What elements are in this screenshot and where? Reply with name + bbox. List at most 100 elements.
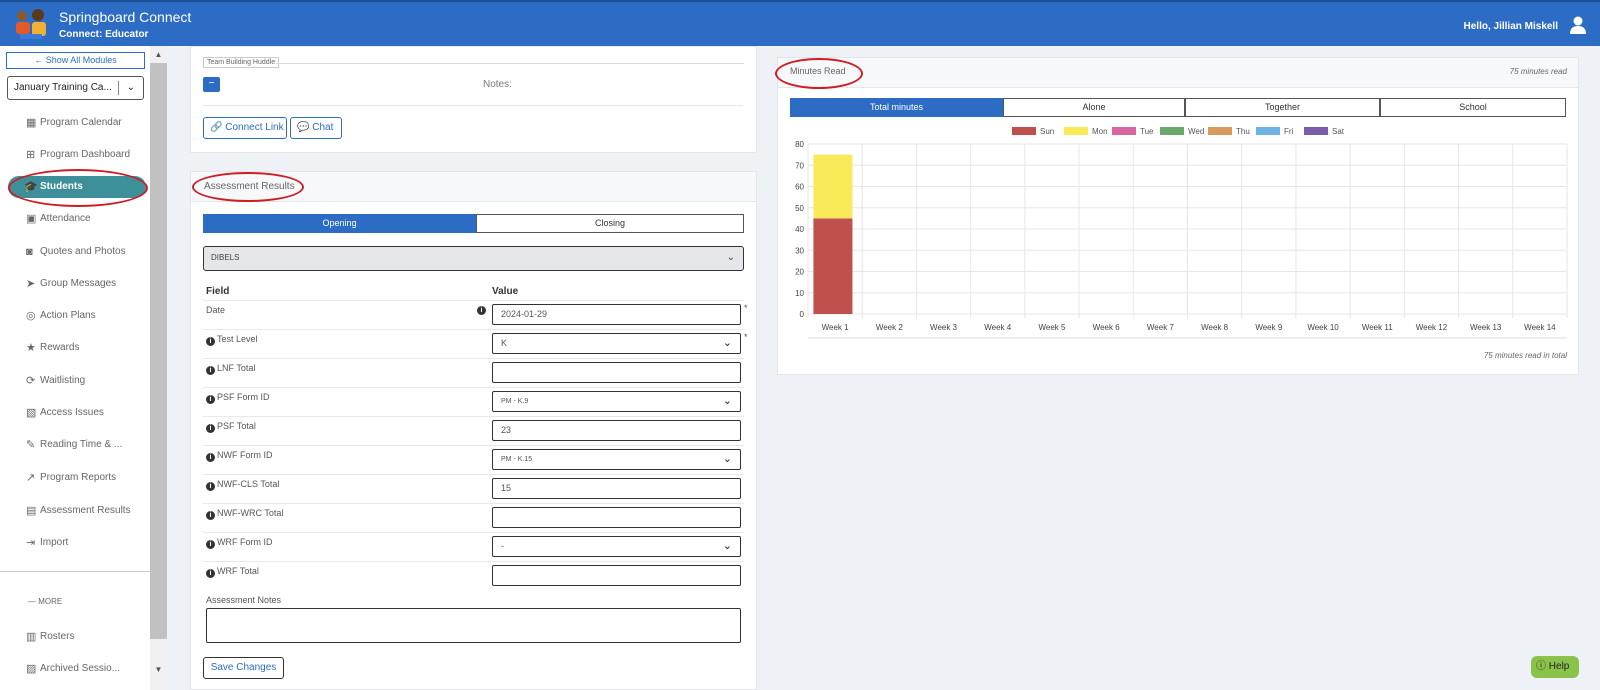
user-icon[interactable] [1570,16,1586,34]
help-button[interactable]: ⓘ Help [1531,656,1579,678]
test-level-select[interactable]: K ⌄ [492,333,741,354]
x-tick-label: Week 12 [1416,323,1448,332]
field-label: i NWF-WRC Total [206,508,283,520]
legend-label: Wed [1188,127,1204,136]
minutes-summary: 75 minutes read [1509,67,1567,76]
question-icon: ⓘ [1536,661,1546,672]
brand-name: Springboard Connect [59,9,192,25]
sidebar-scroll-thumb[interactable] [150,63,167,639]
edit-icon: ✎ [26,439,36,451]
field-label: Date [206,305,226,315]
user-greeting[interactable]: Hello, Jillian Miskell [1464,21,1558,32]
sidebar-item-group-messages[interactable]: ➤ Group Messages [0,273,150,295]
nwf-wrc-total-input[interactable] [492,507,741,528]
x-tick-label: Week 8 [1201,323,1229,332]
springboard-logo[interactable] [10,6,54,42]
legend-swatch [1208,127,1232,135]
chat-icon: 💬 [297,122,310,133]
sidebar-item-label: Students [40,181,83,192]
sidebar-item-label: Group Messages [40,278,117,289]
sidebar-item-rosters[interactable]: ▥ Rosters [0,626,150,648]
field-label: i LNF Total [206,363,255,375]
program-select-value: January Training Ca... [14,82,112,93]
sidebar-item-label: Rosters [40,631,75,642]
info-icon: i [206,511,215,520]
sidebar-item-action-plans[interactable]: ◎ Action Plans [0,305,150,327]
sidebar-item-reading-time[interactable]: ✎ Reading Time & ... [0,434,150,456]
scroll-down-icon[interactable]: ▼ [150,665,167,677]
legend-label: Sat [1332,127,1345,136]
nwf-cls-total-input[interactable]: 15 [492,478,741,499]
more-label[interactable]: — MORE [28,597,62,606]
sidebar-item-quotes-and-photos[interactable]: ◙ Quotes and Photos [0,241,150,263]
calendar-icon: ▦ [26,117,37,129]
collapse-button[interactable]: − [203,77,220,92]
archive-icon: ▨ [26,663,37,675]
psf-total-input[interactable]: 23 [492,420,741,441]
show-all-modules-button[interactable]: ← Show All Modules [6,52,145,69]
info-icon: i [477,306,486,315]
assessment-notes-textarea[interactable] [206,608,741,643]
sidebar-item-access-issues[interactable]: ▧ Access Issues [0,402,150,424]
refresh-icon: ⟳ [26,375,36,387]
sidebar-item-waitlisting[interactable]: ⟳ Waitlisting [0,370,150,392]
sidebar-item-archived-sessio[interactable]: ▨ Archived Sessio... [0,658,150,680]
save-changes-button[interactable]: Save Changes [203,657,284,679]
chevron-down-icon: ⌄ [722,395,732,407]
wrf-total-input[interactable] [492,565,741,586]
sidebar-item-program-reports[interactable]: ↗ Program Reports [0,467,150,489]
camera-icon: ◙ [26,246,33,258]
x-tick-label: Week 11 [1362,323,1393,332]
book-icon: ▤ [26,505,37,517]
sidebar-item-label: Rewards [40,342,80,353]
sidebar: ← Show All Modules January Training Ca..… [0,46,150,690]
person-badge-icon: ▣ [26,213,37,225]
sidebar-item-label: Program Calendar [40,117,122,128]
tab-alone[interactable]: Alone [1003,98,1185,117]
sidebar-item-import[interactable]: ⇥ Import [0,532,150,554]
sidebar-item-label: Waitlisting [40,375,86,386]
legend-label: Thu [1236,127,1250,136]
tab-together[interactable]: Together [1185,98,1380,117]
x-tick-label: Week 13 [1470,323,1502,332]
field-label: i PSF Form ID [206,392,270,404]
x-tick-label: Week 2 [876,323,904,332]
trending-icon: ↗ [26,472,36,484]
sidebar-item-program-dashboard[interactable]: ⊞ Program Dashboard [0,144,150,166]
scroll-up-icon[interactable]: ▲ [150,50,167,62]
nwf-form-id-select[interactable]: PM - K.15 ⌄ [492,449,741,470]
sidebar-item-attendance[interactable]: ▣ Attendance [0,208,150,230]
sidebar-item-label: Import [40,537,69,548]
sidebar-item-label: Reading Time & ... [40,439,123,450]
psf-form-id-select[interactable]: PM - K.9 ⌄ [492,391,741,412]
tab-school[interactable]: School [1380,98,1566,117]
chat-button[interactable]: 💬 Chat [290,117,342,139]
tab-total-minutes[interactable]: Total minutes [790,98,1003,117]
sidebar-item-assessment-results[interactable]: ▤ Assessment Results [0,500,150,522]
tab-opening[interactable]: Opening [203,214,476,233]
lnf-total-input[interactable] [492,362,741,383]
x-tick-label: Week 5 [1038,323,1066,332]
connect-link-button[interactable]: 🔗 Connect Link [203,117,287,139]
assessment-notes-label: Assessment Notes [206,595,282,605]
wrf-form-id-select[interactable]: - ⌄ [492,536,741,557]
dashboard-icon: ⊞ [26,149,36,161]
sidebar-item-students[interactable]: 🎓 Students [8,176,146,198]
minutes-read-title: Minutes Read [790,66,846,76]
y-tick-label: 50 [795,204,804,213]
bar-sun-week-1 [813,218,853,314]
date-input[interactable]: 2024-01-29 [492,304,741,325]
y-tick-label: 0 [800,310,805,319]
required-marker: * [744,332,748,342]
program-select[interactable]: January Training Ca... ⌄ [7,76,144,100]
legend-swatch [1064,127,1088,135]
target-icon: ◎ [26,310,36,322]
test-type-select[interactable]: DIBELS ⌄ [203,246,744,271]
sidebar-item-label: Program Reports [40,472,117,483]
info-icon: i [206,540,215,549]
sidebar-item-program-calendar[interactable]: ▦ Program Calendar [0,112,150,134]
tab-closing[interactable]: Closing [476,214,744,233]
chevron-down-icon: ⌄ [722,337,732,349]
bar-mon-week-1 [813,154,853,219]
sidebar-item-rewards[interactable]: ★ Rewards [0,337,150,359]
